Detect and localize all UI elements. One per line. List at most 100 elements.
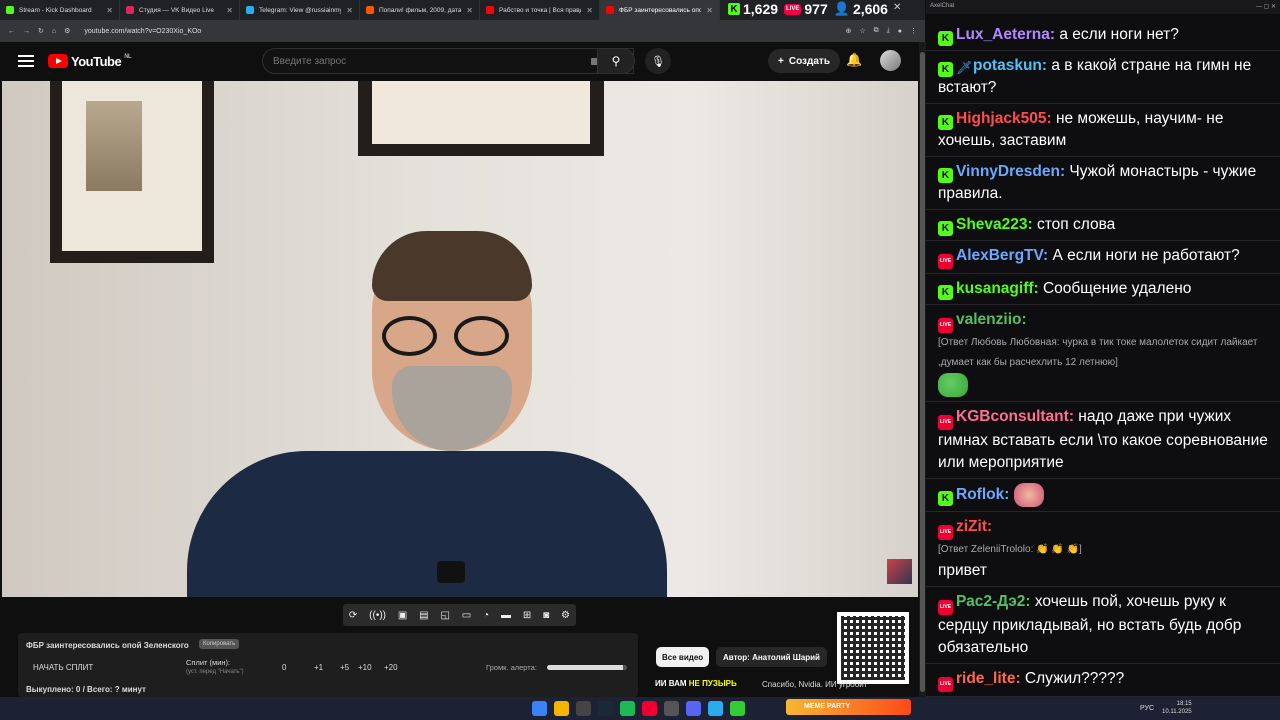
split-value[interactable]: 0: [282, 663, 286, 672]
chat-username[interactable]: valenziio: [956, 311, 1021, 328]
increment-button[interactable]: +20: [384, 663, 398, 672]
chrome-icon[interactable]: [554, 701, 569, 716]
chat-window-controls[interactable]: — ▢ ✕: [1256, 3, 1276, 11]
app-icon[interactable]: [664, 701, 679, 716]
close-window-icon[interactable]: ✕: [893, 2, 901, 13]
live-badge-icon: LIVE: [938, 600, 953, 615]
language-indicator[interactable]: РУС: [1140, 705, 1154, 712]
back-icon[interactable]: ←: [8, 28, 15, 35]
search-box[interactable]: [262, 48, 634, 74]
browser-tab[interactable]: Stream - Kick Dashboard ✕: [0, 0, 120, 20]
chat-username[interactable]: potaskun: [973, 57, 1042, 74]
tab-close-icon[interactable]: ✕: [226, 6, 233, 15]
search-button[interactable]: ⚲: [597, 48, 635, 74]
broadcast-icon[interactable]: ((•)): [369, 610, 386, 621]
browser-tab[interactable]: Рабство и точка | Вся правда ✕: [480, 0, 600, 20]
steam-icon[interactable]: [598, 701, 613, 716]
pip-icon[interactable]: ◱: [440, 610, 449, 621]
chat-username[interactable]: AlexBergTV: [956, 247, 1043, 264]
forward-icon[interactable]: →: [23, 28, 30, 35]
kick-badge-icon: K: [938, 115, 953, 130]
youtube-logo[interactable]: YouTube NL: [48, 53, 132, 69]
url-field[interactable]: youtube.com/watch?v=O230Xio_KOo: [84, 28, 837, 35]
camera-icon[interactable]: ◙: [543, 610, 549, 621]
loop-icon[interactable]: ⟳: [349, 610, 357, 621]
download-icon[interactable]: ⤓: [887, 27, 890, 35]
taskbar: MEME PARTY РУС 18:15 10.11.2025: [0, 697, 1280, 720]
alert-volume-slider[interactable]: [547, 665, 627, 670]
chat-username[interactable]: ride_lite: [956, 670, 1015, 687]
discord-icon[interactable]: [686, 701, 701, 716]
ticker-prefix: ИИ ВАМ: [655, 679, 689, 688]
chat-username[interactable]: Sheva223: [956, 216, 1028, 233]
browser-tab[interactable]: Попали! фильм, 2009, дата вы ✕: [360, 0, 480, 20]
increment-button[interactable]: +1: [314, 663, 323, 672]
chat-username[interactable]: kusanagiff: [956, 280, 1034, 297]
filter-all-videos[interactable]: Все видео: [656, 647, 710, 667]
chat-username[interactable]: VinnyDresden: [956, 163, 1060, 180]
chat-username[interactable]: Roflok: [956, 486, 1004, 503]
increment-button[interactable]: +10: [358, 663, 372, 672]
account-avatar[interactable]: [880, 50, 901, 71]
browser-tab[interactable]: ФБР заинтересовались опой ✕: [600, 0, 720, 20]
reload-icon[interactable]: ↻: [38, 27, 44, 35]
profile-icon[interactable]: ●: [898, 28, 902, 35]
clock[interactable]: 18:15 10.11.2025: [1162, 700, 1192, 716]
zoom-icon[interactable]: ⊕: [846, 27, 852, 35]
home-icon[interactable]: ⌂: [52, 28, 56, 35]
filter-author[interactable]: Автор: Анатолий Шарий: [716, 647, 827, 667]
chat-reply-quote: [Ответ Любовь Любовная: чурка в тик токе…: [938, 337, 1258, 368]
purchased-summary: Выкуплено: 0 / Всего: ? минут: [26, 685, 146, 694]
chat-username[interactable]: Highjack505: [956, 110, 1046, 127]
tab-close-icon[interactable]: ✕: [706, 6, 713, 15]
tab-title: Telegram: View @russiainmym: [259, 6, 342, 14]
spotify-icon[interactable]: [620, 701, 635, 716]
notifications-bell-icon[interactable]: 🔔: [846, 52, 862, 68]
app-icon[interactable]: [642, 701, 657, 716]
windows-start-icon[interactable]: [532, 701, 547, 716]
browser-tab[interactable]: Студия — VK Видео Live ✕: [120, 0, 240, 20]
tab-close-icon[interactable]: ✕: [466, 6, 473, 15]
chat-username[interactable]: ziZit: [956, 518, 987, 535]
subtitles-icon[interactable]: ▭: [462, 610, 471, 621]
search-input[interactable]: [273, 55, 553, 67]
extensions-icon[interactable]: ⧉: [874, 27, 879, 35]
chat-username[interactable]: Lux_Aeterna: [956, 26, 1050, 43]
wall-picture-top: [358, 81, 604, 156]
tab-close-icon[interactable]: ✕: [106, 6, 113, 15]
create-button[interactable]: + Создать: [768, 49, 840, 73]
channel-avatar-overlay[interactable]: [887, 559, 912, 584]
menu-icon[interactable]: ⋮: [910, 27, 917, 35]
ticker-highlight: НЕ ПУЗЫРЬ: [688, 679, 737, 688]
start-split-button[interactable]: НАЧАТЬ СПЛИТ: [33, 663, 93, 672]
site-info-icon[interactable]: ⚙: [64, 27, 70, 35]
page-scrollbar[interactable]: [919, 42, 926, 697]
youtube-logo-text: YouTube: [71, 53, 122, 69]
copy-button[interactable]: Копировать: [199, 639, 240, 649]
bookmark-star-icon[interactable]: ☆: [859, 27, 865, 35]
tab-close-icon[interactable]: ✕: [346, 6, 353, 15]
meme-party-banner[interactable]: MEME PARTY: [786, 699, 911, 715]
add-icon[interactable]: ⊞: [523, 610, 531, 621]
clapper-icon[interactable]: ▤: [419, 610, 428, 621]
screenshot-icon[interactable]: ▣: [398, 610, 407, 621]
app-icon[interactable]: [576, 701, 591, 716]
voice-search-button[interactable]: 🎙: [645, 48, 671, 74]
browser-tab[interactable]: Telegram: View @russiainmym ✕: [240, 0, 360, 20]
gear-icon[interactable]: ⚙: [561, 610, 570, 621]
qr-code: [837, 612, 909, 684]
theater-icon[interactable]: ▬: [501, 610, 511, 621]
increment-button[interactable]: +5: [340, 663, 349, 672]
video-player[interactable]: [2, 81, 918, 597]
hamburger-menu-icon[interactable]: [18, 55, 34, 67]
app-icon[interactable]: [730, 701, 745, 716]
speed-icon[interactable]: ◔: [483, 610, 489, 621]
chat-message: LIVE KGBconsultant: надо даже при чужих г…: [926, 402, 1280, 479]
chat-username[interactable]: Рас2-Дэ2: [956, 593, 1025, 610]
chat-window: AxelChat — ▢ ✕ K Lux_Aeterna: а если ноги…: [926, 0, 1280, 697]
kick-badge-icon: K: [938, 221, 953, 236]
chat-username[interactable]: KGBconsultant: [956, 408, 1069, 425]
chat-username-colon: :: [1046, 110, 1056, 127]
tab-close-icon[interactable]: ✕: [586, 6, 593, 15]
telegram-icon[interactable]: [708, 701, 723, 716]
